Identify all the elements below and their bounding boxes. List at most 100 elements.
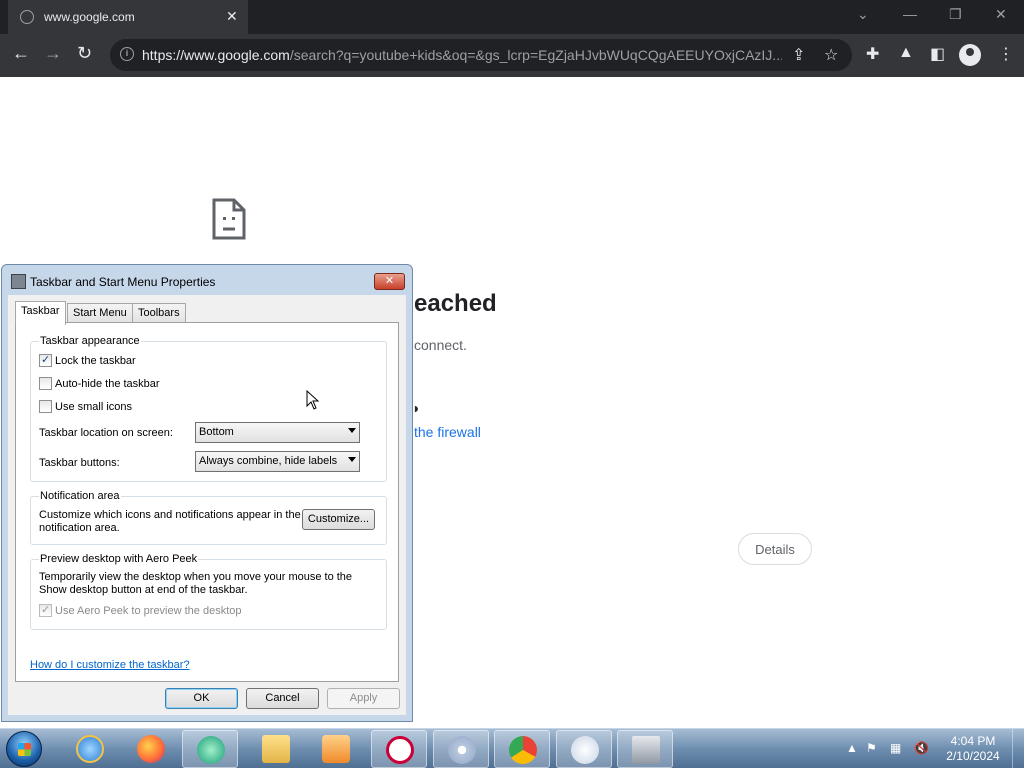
start-button[interactable] bbox=[6, 731, 42, 767]
internet-explorer-icon bbox=[76, 735, 104, 763]
buttons-value: Always combine, hide labels bbox=[199, 455, 338, 467]
location-dropdown[interactable]: Bottom bbox=[195, 422, 360, 443]
apply-button[interactable]: Apply bbox=[327, 688, 400, 709]
profile-avatar-icon[interactable] bbox=[959, 44, 981, 66]
labs-flask-icon[interactable]: ▲ bbox=[898, 44, 914, 62]
notification-area-label: Notification area bbox=[39, 490, 121, 502]
aero-peek-checkbox[interactable] bbox=[39, 603, 52, 617]
notification-text-2: notification area. bbox=[39, 522, 120, 534]
address-bar[interactable]: i https://www.google.com/search?q=youtub… bbox=[110, 39, 852, 71]
show-hidden-icons-icon[interactable]: ▲ bbox=[846, 741, 858, 755]
window-close-icon[interactable]: ✕ bbox=[995, 6, 1007, 23]
folder-icon bbox=[262, 735, 290, 763]
autohide-label[interactable]: Auto-hide the taskbar bbox=[55, 378, 160, 390]
taskbar-file-explorer[interactable] bbox=[248, 730, 304, 768]
error-heading: eached bbox=[414, 290, 497, 317]
aero-text-1: Temporarily view the desktop when you mo… bbox=[39, 571, 353, 583]
paint-palette-icon bbox=[571, 736, 599, 764]
dialog-body: Taskbar Start Menu Toolbars Taskbar appe… bbox=[8, 295, 406, 715]
network-icon[interactable]: ▦ bbox=[890, 741, 901, 755]
firefox-icon bbox=[137, 735, 165, 763]
tab-title: www.google.com bbox=[44, 10, 135, 24]
tab-start-menu[interactable]: Start Menu bbox=[67, 303, 133, 323]
taskbar-media-player[interactable] bbox=[308, 730, 364, 768]
forward-arrow-icon[interactable]: → bbox=[44, 43, 62, 64]
globe-icon bbox=[20, 10, 34, 24]
small-icons-label[interactable]: Use small icons bbox=[55, 401, 132, 413]
show-desktop-button[interactable] bbox=[1012, 729, 1024, 768]
minimize-icon[interactable]: — bbox=[903, 6, 917, 22]
dialog-app-icon bbox=[11, 274, 26, 289]
ok-button[interactable]: OK bbox=[165, 688, 238, 709]
chrome-icon bbox=[509, 736, 537, 764]
aero-text-2: Show desktop button at end of the taskba… bbox=[39, 584, 248, 596]
taskbar-properties-icon bbox=[632, 736, 660, 764]
tab-taskbar[interactable]: Taskbar bbox=[15, 301, 66, 325]
disc-icon bbox=[448, 736, 476, 764]
restore-icon[interactable]: ❐ bbox=[949, 6, 962, 23]
share-icon[interactable]: ⇪ bbox=[792, 45, 805, 65]
taskbar-properties-window[interactable] bbox=[617, 730, 673, 768]
details-button[interactable]: Details bbox=[738, 533, 812, 565]
taskbar-debian[interactable] bbox=[371, 730, 427, 768]
help-link[interactable]: How do I customize the taskbar? bbox=[30, 659, 190, 671]
system-clock[interactable]: 4:04 PM 2/10/2024 bbox=[938, 734, 1008, 764]
windows-taskbar: ▲ ⚑ ▦ 🔇 4:04 PM 2/10/2024 bbox=[0, 728, 1024, 768]
sad-document-icon bbox=[212, 198, 246, 240]
side-panel-icon[interactable]: ◧ bbox=[930, 44, 945, 64]
customize-button[interactable]: Customize... bbox=[302, 509, 375, 530]
url-text[interactable]: https://www.google.com/search?q=youtube+… bbox=[142, 47, 782, 63]
green-app-icon bbox=[197, 736, 225, 764]
bookmark-star-icon[interactable]: ☆ bbox=[824, 45, 838, 65]
taskbar-internet-explorer[interactable] bbox=[62, 730, 118, 768]
buttons-label: Taskbar buttons: bbox=[39, 457, 120, 469]
autohide-checkbox[interactable] bbox=[39, 377, 52, 390]
location-label: Taskbar location on screen: bbox=[39, 427, 173, 439]
small-icons-checkbox[interactable] bbox=[39, 400, 52, 413]
clock-time: 4:04 PM bbox=[950, 734, 996, 748]
dropdown-arrow-icon bbox=[348, 428, 356, 433]
back-arrow-icon[interactable]: ← bbox=[12, 43, 30, 64]
aero-peek-label: Preview desktop with Aero Peek bbox=[39, 553, 199, 565]
taskbar-app-green[interactable] bbox=[182, 730, 238, 768]
extensions-icon[interactable]: ✚ bbox=[866, 44, 879, 64]
browser-toolbar: ← → ↻ i https://www.google.com/search?q=… bbox=[0, 34, 1024, 77]
taskbar-properties-dialog: Taskbar and Start Menu Properties ✕ Task… bbox=[1, 264, 413, 722]
action-center-flag-icon[interactable]: ⚑ bbox=[866, 741, 877, 755]
taskbar-disc-app[interactable] bbox=[433, 730, 489, 768]
tab-toolbars[interactable]: Toolbars bbox=[132, 303, 186, 323]
error-bullet-fragment: ◗ bbox=[412, 400, 421, 416]
aero-peek-group: Preview desktop with Aero Peek Temporari… bbox=[30, 553, 387, 630]
browser-tab-strip: www.google.com ✕ ⌄ — ❐ ✕ bbox=[0, 0, 1024, 34]
lock-taskbar-checkbox[interactable] bbox=[39, 353, 52, 367]
firewall-link[interactable]: the firewall bbox=[414, 424, 481, 440]
dropdown-arrow-icon bbox=[348, 457, 356, 462]
site-info-icon[interactable]: i bbox=[120, 47, 134, 61]
lock-taskbar-label[interactable]: Lock the taskbar bbox=[55, 355, 136, 367]
taskbar-tab-panel: Taskbar appearance Lock the taskbar Auto… bbox=[15, 322, 399, 682]
buttons-dropdown[interactable]: Always combine, hide labels bbox=[195, 451, 360, 472]
tab-search-icon[interactable]: ⌄ bbox=[857, 6, 869, 23]
taskbar-firefox[interactable] bbox=[123, 730, 179, 768]
clock-date: 2/10/2024 bbox=[946, 749, 1000, 763]
dialog-close-button[interactable]: ✕ bbox=[374, 273, 405, 290]
debian-icon bbox=[386, 736, 414, 764]
kebab-menu-icon[interactable]: ⋮ bbox=[998, 44, 1014, 64]
notification-text-1: Customize which icons and notifications … bbox=[39, 509, 301, 521]
tab-close-icon[interactable]: ✕ bbox=[226, 8, 238, 25]
taskbar-paint[interactable] bbox=[556, 730, 612, 768]
taskbar-appearance-label: Taskbar appearance bbox=[39, 335, 141, 347]
notification-area-group: Notification area Customize which icons … bbox=[30, 490, 387, 545]
browser-tab[interactable]: www.google.com ✕ bbox=[8, 0, 248, 34]
dialog-title: Taskbar and Start Menu Properties bbox=[30, 275, 216, 289]
cancel-button[interactable]: Cancel bbox=[246, 688, 319, 709]
media-player-icon bbox=[322, 735, 350, 763]
mouse-cursor-icon bbox=[306, 390, 320, 410]
error-subtext: connect. bbox=[414, 337, 467, 353]
volume-muted-icon[interactable]: 🔇 bbox=[914, 741, 929, 755]
reload-icon[interactable]: ↻ bbox=[77, 43, 92, 64]
taskbar-chrome[interactable] bbox=[494, 730, 550, 768]
location-value: Bottom bbox=[199, 426, 234, 438]
aero-peek-checkbox-label: Use Aero Peek to preview the desktop bbox=[55, 605, 242, 617]
taskbar-appearance-group: Taskbar appearance Lock the taskbar Auto… bbox=[30, 335, 387, 482]
